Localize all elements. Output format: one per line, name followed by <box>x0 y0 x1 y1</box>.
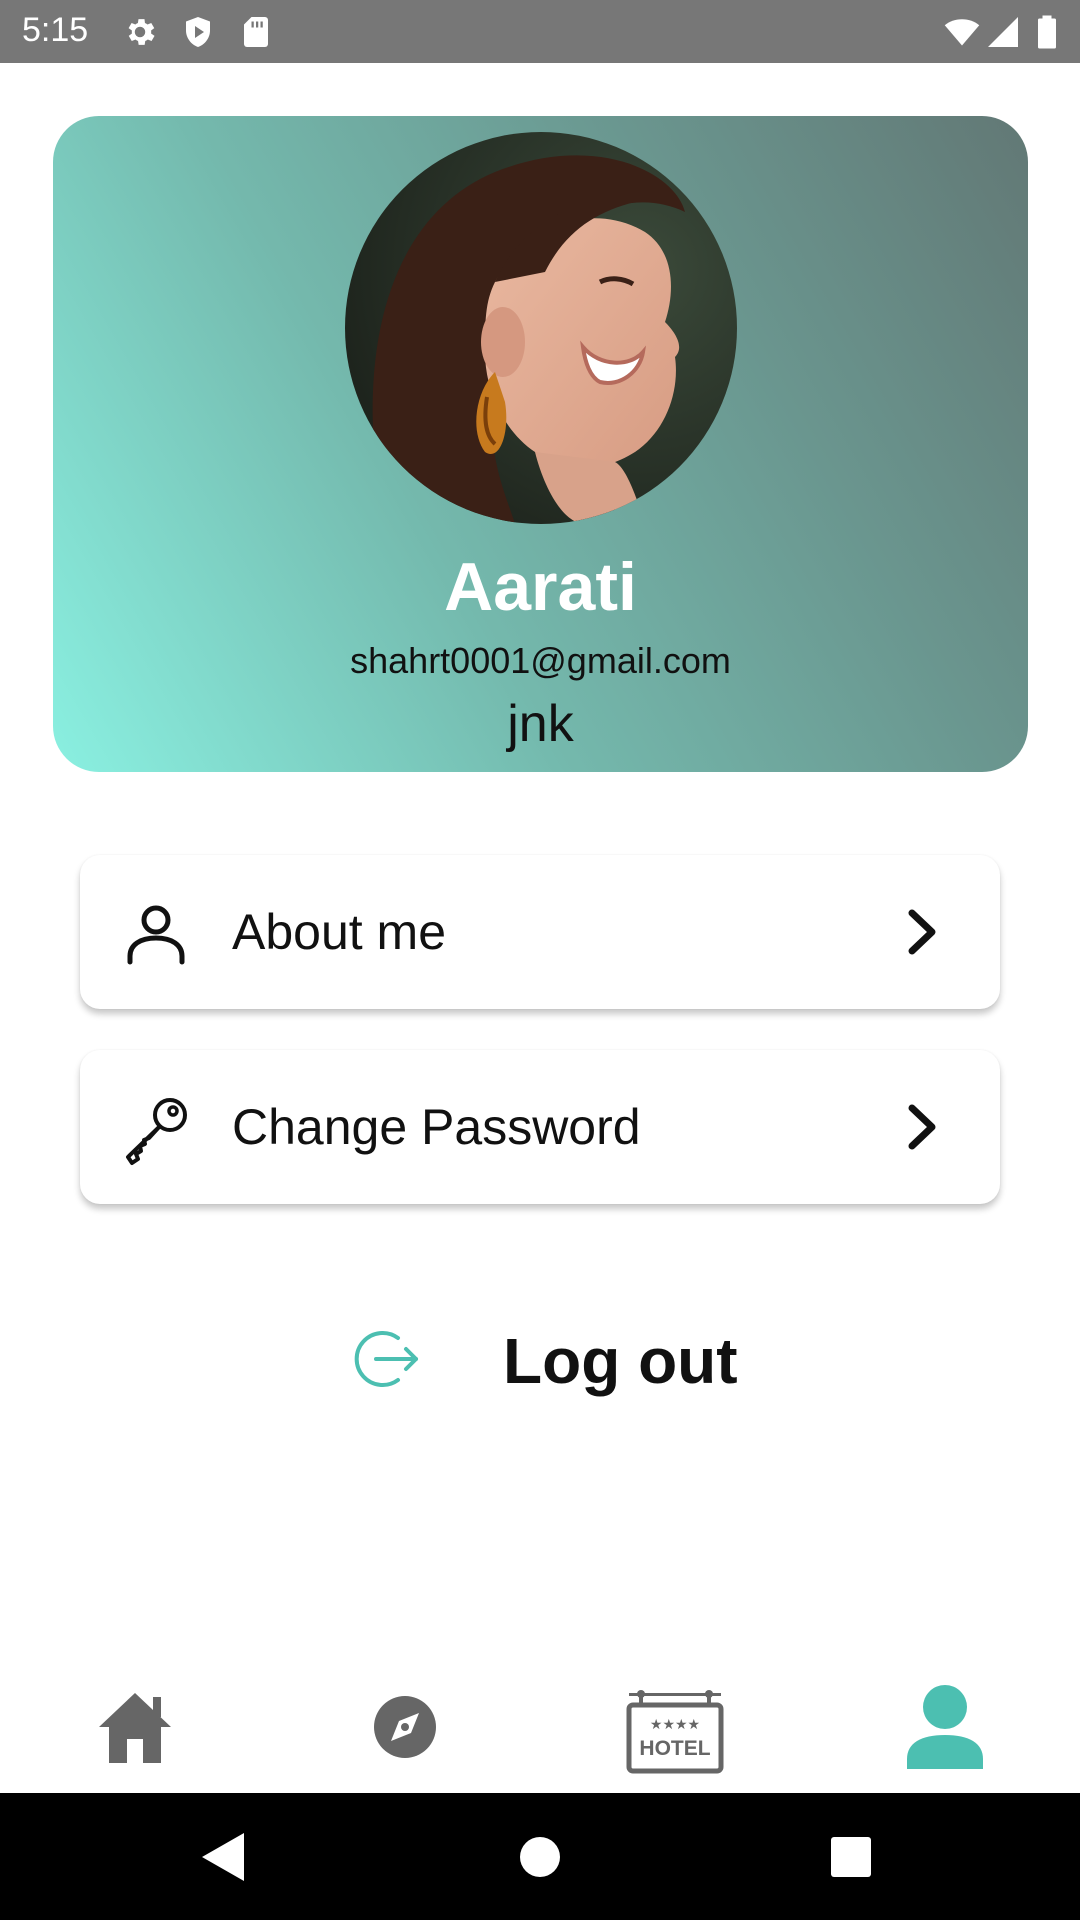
chevron-right-icon <box>908 909 936 955</box>
avatar[interactable] <box>345 132 737 524</box>
wifi-icon <box>944 19 980 46</box>
profile-extra-text: jnk <box>507 695 574 753</box>
change-password-row[interactable]: Change Password <box>80 1050 1000 1204</box>
logout-button[interactable]: Log out <box>350 1320 750 1400</box>
sd-card-icon <box>244 17 268 47</box>
nav-explore[interactable] <box>355 1677 455 1777</box>
back-icon[interactable] <box>196 1829 252 1885</box>
about-me-row[interactable]: About me <box>80 855 1000 1009</box>
logout-label: Log out <box>503 1325 738 1397</box>
home-button-icon[interactable] <box>512 1829 568 1885</box>
status-time: 5:15 <box>22 11 89 49</box>
profile-email: shahrt0001@gmail.com <box>350 640 731 681</box>
person-icon <box>907 1685 983 1769</box>
key-icon <box>126 1098 187 1165</box>
cell-signal-icon <box>988 17 1018 47</box>
gear-icon <box>128 19 155 45</box>
person-icon <box>127 905 185 965</box>
nav-home[interactable] <box>85 1677 185 1777</box>
change-password-label: Change Password <box>232 1099 641 1155</box>
chevron-right-icon <box>908 1104 936 1150</box>
bottom-nav: ★★★★ HOTEL <box>0 1665 1080 1793</box>
shield-icon <box>186 17 210 47</box>
recents-icon[interactable] <box>823 1829 879 1885</box>
status-bar: 5:15 <box>0 0 1080 63</box>
nav-profile[interactable] <box>895 1677 995 1777</box>
battery-icon <box>1038 15 1056 49</box>
about-me-label: About me <box>232 904 447 960</box>
home-icon <box>99 1693 171 1763</box>
svg-text:★★★★: ★★★★ <box>650 1717 700 1733</box>
logout-icon <box>354 1331 418 1387</box>
hotel-sign-text: HOTEL <box>639 1737 710 1760</box>
hotel-sign-icon: ★★★★ HOTEL <box>626 1690 724 1774</box>
profile-name: Aarati <box>444 549 637 625</box>
compass-icon <box>374 1696 436 1758</box>
nav-hotel[interactable]: ★★★★ HOTEL <box>625 1677 725 1777</box>
system-nav-bar <box>0 1793 1080 1920</box>
profile-card: Aarati shahrt0001@gmail.com jnk <box>53 116 1028 772</box>
profile-photo <box>345 132 737 524</box>
